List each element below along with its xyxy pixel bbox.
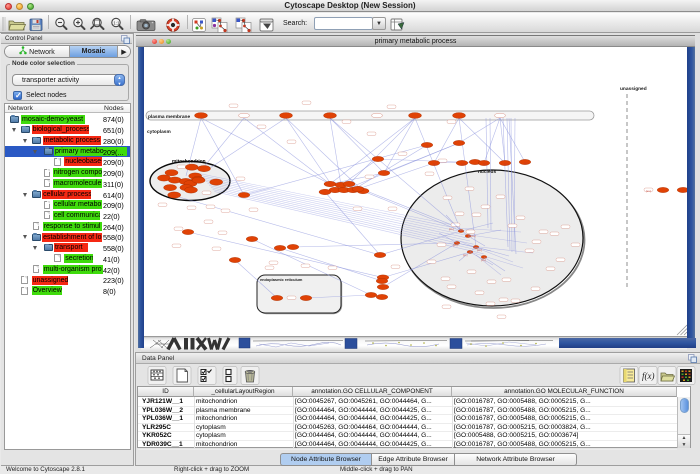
svg-text:[pl.]: [pl.] bbox=[483, 162, 487, 166]
svg-text:plasma membrane: plasma membrane bbox=[148, 114, 190, 120]
svg-text:[pl.]: [pl.] bbox=[524, 161, 528, 165]
svg-text:1:1: 1:1 bbox=[113, 20, 120, 25]
svg-text:[cy.]: [cy.] bbox=[426, 144, 431, 148]
svg-text:f(x): f(x) bbox=[642, 371, 655, 381]
svg-text:unassigned: unassigned bbox=[620, 86, 647, 92]
svg-text:[pr.]: [pr.] bbox=[463, 253, 468, 257]
svg-text:nucleus: nucleus bbox=[478, 169, 496, 175]
svg-text:[pl.]: [pl.] bbox=[433, 162, 437, 166]
svg-text:[pl.]: [pl.] bbox=[504, 162, 508, 166]
svg-text:[pl.]: [pl.] bbox=[461, 162, 465, 166]
svg-text:[co.]: [co.] bbox=[449, 227, 454, 231]
svg-text:[co.]: [co.] bbox=[477, 248, 482, 252]
svg-text:endoplasmic reticulum: endoplasmic reticulum bbox=[260, 277, 303, 282]
svg-text:[co.]: [co.] bbox=[471, 234, 476, 238]
svg-text:cytoplasm: cytoplasm bbox=[147, 129, 171, 135]
svg-text:mitochondrion: mitochondrion bbox=[172, 159, 206, 165]
svg-text:[pr.]: [pr.] bbox=[453, 243, 458, 247]
svg-text:[un.]: [un.] bbox=[646, 189, 651, 193]
svg-text:[co.]: [co.] bbox=[481, 258, 486, 262]
